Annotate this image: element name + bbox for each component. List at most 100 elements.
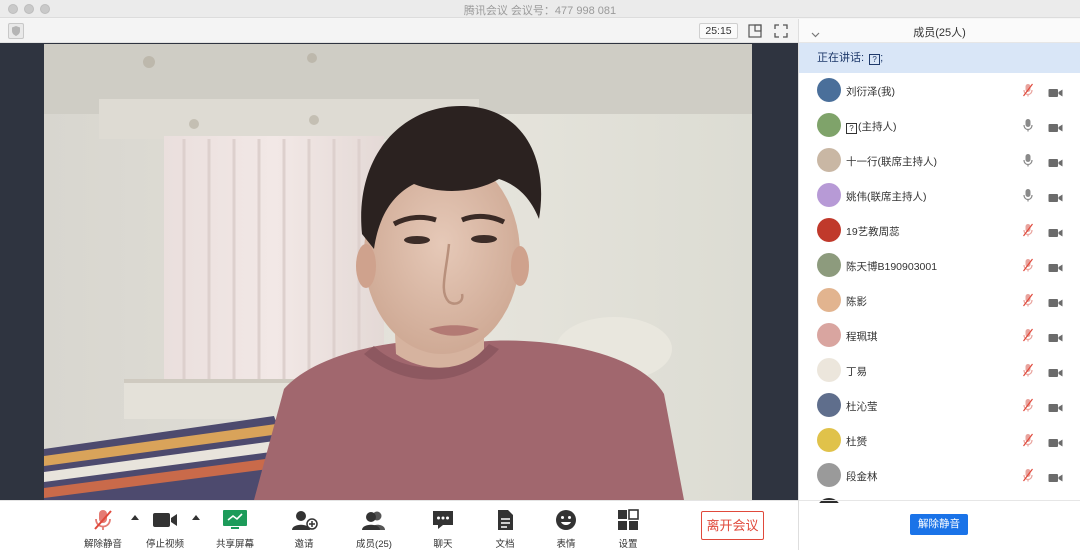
- member-name: 程珮琪: [846, 329, 878, 344]
- avatar: [817, 218, 841, 242]
- unknown-glyph-box: ?: [846, 123, 857, 134]
- meeting-toolbar: 解除静音 停止视频 共享屏幕 邀请 成员(25) 聊天 文档 表情 设置 离开会…: [0, 500, 798, 550]
- document-icon: [475, 507, 535, 533]
- avatar: [817, 463, 841, 487]
- member-row[interactable]: 杜赟: [799, 423, 1080, 458]
- muted-mic-icon[interactable]: [1023, 363, 1033, 382]
- member-name: 姚伟(联席主持人): [846, 189, 927, 204]
- member-row[interactable]: 陈影: [799, 283, 1080, 318]
- camera-icon[interactable]: [1048, 260, 1063, 278]
- muted-mic-icon[interactable]: [1023, 258, 1033, 277]
- chat-button[interactable]: 聊天: [413, 507, 473, 550]
- member-name-text: 段金林: [846, 471, 878, 483]
- member-name: 段金林: [846, 469, 878, 484]
- member-name: 陈影: [846, 294, 867, 309]
- video-options-caret-icon[interactable]: [192, 515, 200, 520]
- member-row[interactable]: 陈天博B190903001: [799, 248, 1080, 283]
- share-screen-button[interactable]: 共享屏幕: [205, 507, 265, 550]
- security-shield-icon[interactable]: [8, 23, 24, 39]
- camera-icon[interactable]: [1048, 330, 1063, 348]
- video-camera-icon: [135, 507, 195, 533]
- muted-mic-icon[interactable]: [1023, 293, 1033, 312]
- camera-icon[interactable]: [1048, 85, 1063, 103]
- camera-icon[interactable]: [1048, 225, 1063, 243]
- unmute-label: 解除静音: [83, 539, 122, 550]
- now-speaking-label: 正在讲话:: [817, 52, 868, 64]
- leave-meeting-button[interactable]: 离开会议: [701, 511, 764, 540]
- camera-icon[interactable]: [1048, 470, 1063, 488]
- docs-button[interactable]: 文档: [475, 507, 535, 550]
- settings-label: 设置: [618, 539, 638, 550]
- now-speaking-suffix: ;: [880, 52, 884, 64]
- member-name: 十一行(联席主持人): [846, 154, 937, 169]
- reactions-label: 表情: [556, 539, 576, 550]
- unknown-glyph-box: ?: [869, 54, 881, 65]
- camera-icon[interactable]: [1048, 295, 1063, 313]
- chat-label: 聊天: [433, 539, 453, 550]
- member-name-text: 19艺教周蕊: [846, 226, 900, 238]
- muted-mic-icon[interactable]: [1023, 433, 1033, 452]
- member-row[interactable]: ? (主持人): [799, 108, 1080, 143]
- member-list: 刘衍泽(我) ? (主持人) 十一行(联席主持人) 姚伟(联席主持人) 19艺教周蕊陈天博…: [799, 73, 1080, 503]
- unmute-button[interactable]: 解除静音: [73, 507, 133, 550]
- window-titlebar: 腾讯会议 会议号：477 998 081: [0, 0, 1080, 18]
- invite-button[interactable]: 邀请: [274, 507, 334, 550]
- camera-icon[interactable]: [1048, 155, 1063, 173]
- member-row[interactable]: 丁易: [799, 353, 1080, 388]
- share-screen-label: 共享屏幕: [215, 539, 254, 550]
- member-name: ? (主持人): [846, 119, 897, 134]
- mic-icon[interactable]: [1023, 153, 1033, 172]
- meeting-timer: 25:15: [699, 23, 738, 39]
- member-row[interactable]: [799, 493, 1080, 503]
- avatar: [817, 323, 841, 347]
- member-row[interactable]: 程珮琪: [799, 318, 1080, 353]
- member-row[interactable]: 姚伟(联席主持人): [799, 178, 1080, 213]
- settings-button[interactable]: 设置: [598, 507, 658, 550]
- members-button[interactable]: 成员(25): [344, 507, 404, 550]
- stop-video-button[interactable]: 停止视频: [135, 507, 195, 550]
- muted-mic-icon[interactable]: [1023, 223, 1033, 242]
- avatar: [817, 78, 841, 102]
- member-name-text: 程珮琪: [846, 331, 878, 343]
- member-name-text: 陈影: [846, 296, 867, 308]
- members-panel-title: 成员(25人): [913, 27, 966, 39]
- member-name: 刘衍泽(我): [846, 84, 895, 99]
- members-panel: 成员(25人) 正在讲话: ?; 刘衍泽(我) ? (主持人) 十一行(联席主持人) 姚…: [798, 19, 1080, 550]
- member-row[interactable]: 刘衍泽(我): [799, 73, 1080, 108]
- camera-icon[interactable]: [1048, 120, 1063, 138]
- panel-divider: [799, 500, 1080, 501]
- mic-icon[interactable]: [1023, 188, 1033, 207]
- member-name-text: 丁易: [846, 366, 867, 378]
- invite-label: 邀请: [294, 539, 314, 550]
- now-speaking-bar: 正在讲话: ?;: [799, 43, 1080, 73]
- unmute-all-button[interactable]: 解除静音: [910, 514, 968, 535]
- camera-icon[interactable]: [1048, 365, 1063, 383]
- meeting-topbar: 25:15: [0, 19, 798, 43]
- member-name: 19艺教周蕊: [846, 224, 900, 239]
- avatar: [817, 428, 841, 452]
- member-row[interactable]: 十一行(联席主持人): [799, 143, 1080, 178]
- mic-icon[interactable]: [1023, 118, 1033, 137]
- member-name-text: 陈天博B190903001: [846, 261, 938, 273]
- avatar: [817, 183, 841, 207]
- stop-video-label: 停止视频: [145, 539, 184, 550]
- smiley-icon: [536, 507, 596, 533]
- muted-mic-icon[interactable]: [1023, 468, 1033, 487]
- reactions-button[interactable]: 表情: [536, 507, 596, 550]
- member-row[interactable]: 19艺教周蕊: [799, 213, 1080, 248]
- member-name: 杜沁莹: [846, 399, 878, 414]
- muted-mic-icon[interactable]: [1023, 83, 1033, 102]
- camera-icon[interactable]: [1048, 190, 1063, 208]
- avatar: [817, 393, 841, 417]
- muted-mic-icon[interactable]: [1023, 328, 1033, 347]
- member-row[interactable]: 段金林: [799, 458, 1080, 493]
- avatar: [817, 358, 841, 382]
- layout-toggle-icon[interactable]: [747, 23, 763, 39]
- window-title: 腾讯会议 会议号：477 998 081: [463, 5, 617, 17]
- camera-icon[interactable]: [1048, 435, 1063, 453]
- camera-icon[interactable]: [1048, 400, 1063, 418]
- muted-mic-icon[interactable]: [1023, 398, 1033, 417]
- participant-video-feed: [44, 44, 752, 500]
- fullscreen-icon[interactable]: [773, 23, 789, 39]
- member-row[interactable]: 杜沁莹: [799, 388, 1080, 423]
